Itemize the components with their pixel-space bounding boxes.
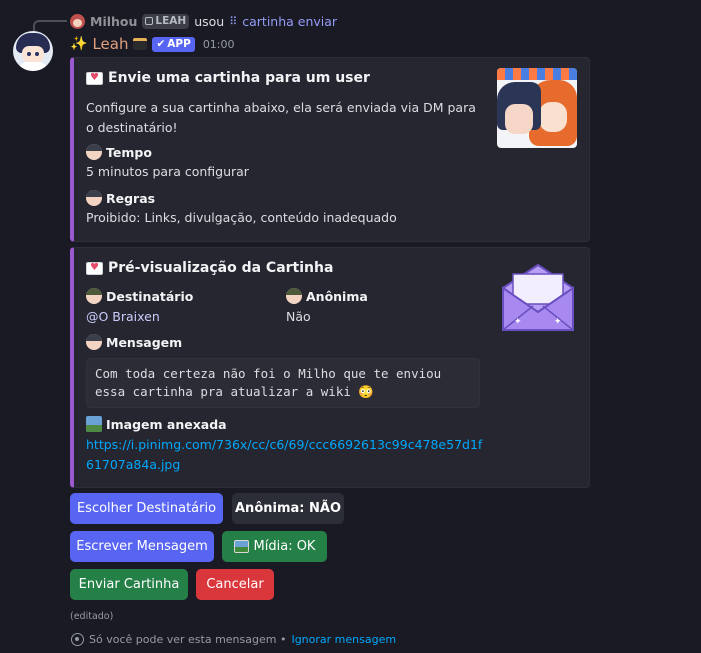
field-name-recipient: Destinatário	[86, 288, 193, 304]
field-name-text: Mensagem	[106, 334, 183, 350]
field-name-text: Regras	[106, 190, 156, 206]
field-value-regras: Proibido: Links, divulgação, conteúdo in…	[86, 210, 397, 225]
field-name-tempo: Tempo	[86, 144, 152, 160]
framed-picture-icon	[233, 540, 249, 553]
avatar-body	[19, 62, 47, 71]
embed-title-text: Envie uma cartinha para um user	[108, 70, 370, 86]
field-value-anonymous: Não	[286, 309, 311, 324]
character-emoji-icon	[86, 334, 102, 350]
send-letter-button[interactable]: Enviar Cartinha	[70, 569, 188, 600]
reply-user-avatar[interactable]	[70, 13, 85, 29]
clan-badge-icon	[145, 17, 154, 25]
field-name-image: Imagem anexada	[86, 416, 227, 432]
sparkle-icon: ✨	[70, 36, 88, 52]
thumbnail-character-face	[505, 104, 533, 134]
embed-instructions: ♥ Envie uma cartinha para um user Config…	[70, 57, 590, 242]
ephemeral-text: Só você pode ver esta mensagem •	[89, 633, 287, 646]
edited-label: (editado)	[70, 611, 114, 622]
eye-icon	[71, 633, 84, 646]
field-name-text: Tempo	[106, 144, 152, 160]
character-emoji-icon	[286, 288, 302, 304]
field-name-anonymous: Anônima	[286, 288, 368, 304]
cancel-button[interactable]: Cancelar	[196, 569, 274, 600]
command-name[interactable]: cartinha enviar	[242, 14, 337, 29]
embed-title: ♥ Envie uma cartinha para um user	[86, 70, 370, 86]
media-button[interactable]: Mídia: OK	[222, 531, 327, 562]
field-value-tempo: 5 minutos para configurar	[86, 164, 249, 179]
field-name-message: Mensagem	[86, 334, 182, 350]
embed-title: ♥ Pré-visualização da Cartinha	[86, 260, 333, 276]
framed-picture-icon	[86, 416, 102, 432]
svg-text:✦: ✦	[514, 317, 522, 327]
bot-avatar[interactable]	[13, 31, 53, 71]
field-name-text: Imagem anexada	[106, 416, 227, 432]
media-button-label: Mídia: OK	[253, 539, 316, 554]
slash-command-icon: ⠿	[229, 14, 238, 28]
dismiss-message-link[interactable]: Ignorar mensagem	[291, 633, 396, 646]
embed-preview: ♥ Pré-visualização da Cartinha Destinatá…	[70, 247, 590, 488]
choose-recipient-button[interactable]: Escolher Destinatário	[70, 493, 223, 524]
embed-thumbnail[interactable]	[497, 68, 577, 148]
message-header: ✨ Leah ✔ APP 01:00	[70, 33, 235, 55]
anonymous-toggle-button[interactable]: Anônima: NÃO	[232, 493, 344, 524]
checkmark-icon: ✔	[156, 38, 166, 50]
author-name[interactable]: Leah	[92, 35, 128, 53]
avatar-eye-left	[27, 52, 31, 56]
embed-description: Configure a sua cartinha abaixo, ela ser…	[86, 100, 476, 135]
write-message-button[interactable]: Escrever Mensagem	[70, 531, 214, 562]
message-code-block: Com toda certeza não foi o Milho que te …	[86, 358, 480, 408]
reply-used-text: usou	[194, 13, 225, 29]
reply-connector	[33, 20, 67, 32]
command-reply-bar: Milhou LEAH usou ⠿ cartinha enviar	[70, 12, 337, 30]
heart-letter-icon: ♥	[86, 261, 103, 275]
embed-title-text: Pré-visualização da Cartinha	[108, 260, 334, 276]
clan-tag[interactable]: LEAH	[142, 13, 190, 29]
image-url-link[interactable]: https://i.pinimg.com/736x/cc/c6/69/ccc66…	[86, 435, 486, 475]
thumbnail-hearts-pattern	[497, 68, 577, 80]
character-emoji-icon	[86, 288, 102, 304]
recipient-mention[interactable]: @O Braixen	[86, 309, 160, 324]
envelope-thumbnail[interactable]: ✦ ✦	[498, 260, 578, 340]
hat-icon	[133, 38, 148, 50]
reply-username[interactable]: Milhou	[90, 14, 137, 29]
field-name-regras: Regras	[86, 190, 155, 206]
clan-tag-label: LEAH	[155, 15, 187, 27]
avatar-eye-right	[35, 52, 39, 56]
heart-letter-icon: ♥	[86, 71, 103, 85]
character-emoji-icon	[86, 144, 102, 160]
character-emoji-icon	[86, 190, 102, 206]
message-timestamp[interactable]: 01:00	[203, 38, 235, 51]
app-badge-label: APP	[167, 38, 191, 50]
app-badge: ✔ APP	[152, 36, 195, 52]
field-name-text: Anônima	[306, 288, 368, 304]
ephemeral-notice: Só você pode ver esta mensagem • Ignorar…	[71, 633, 396, 646]
thumbnail-character-face	[539, 102, 567, 132]
envelope-icon: ✦ ✦	[502, 263, 574, 331]
svg-text:✦: ✦	[554, 317, 562, 327]
field-name-text: Destinatário	[106, 288, 194, 304]
